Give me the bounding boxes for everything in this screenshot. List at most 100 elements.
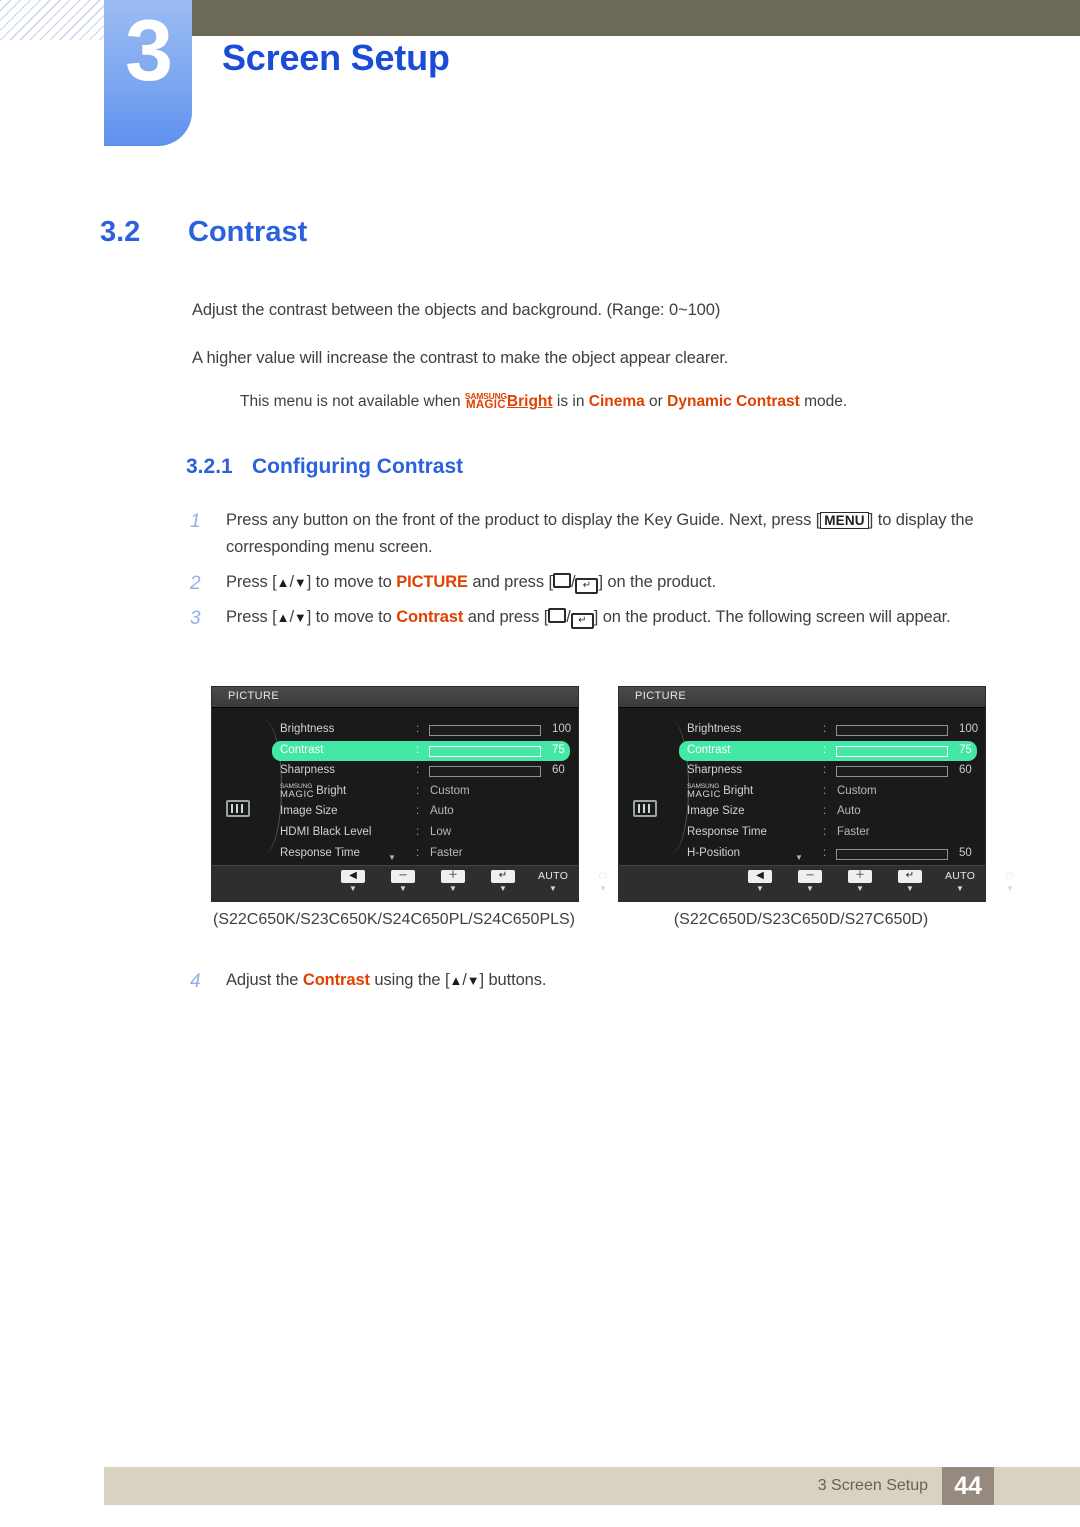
osd-item-label: Contrast: [280, 743, 324, 756]
enter-key-icon: ↵: [575, 578, 599, 594]
osd-key-button[interactable]: ↵ ▼: [895, 870, 925, 893]
osd-menu-item[interactable]: Contrast: 75: [272, 740, 570, 762]
note-suffix: mode.: [799, 393, 848, 410]
osd-key-tick-icon: ▼: [549, 884, 557, 893]
osd-value-slider[interactable]: [429, 745, 541, 757]
osd-value-text: Low: [430, 825, 452, 838]
samsung-magic-logo: SAMSUNG MAGIC: [465, 392, 507, 411]
osd-item-colon: :: [823, 743, 827, 756]
osd-value-number: 75: [959, 743, 972, 756]
osd-row-list: Brightness: 100 Contrast: 75 Sharpness: 60 SAM…: [272, 720, 571, 865]
osd-key-glyph: ＋: [848, 870, 872, 883]
samsung-magic-logo: SAMSUNG MAGIC: [687, 783, 721, 799]
picture-menu-icon: [226, 800, 250, 817]
osd-key-tick-icon: ▼: [806, 884, 814, 893]
step2-part-a: Press [: [226, 573, 277, 591]
osd-key-tick-icon: ▼: [956, 884, 964, 893]
osd-menu-item[interactable]: Image Size: Auto: [679, 802, 977, 823]
osd-key-button[interactable]: ◀ ▼: [745, 870, 775, 893]
osd-menu-item[interactable]: Response Time: Faster: [272, 844, 570, 865]
osd-item-colon: :: [416, 784, 420, 797]
osd-button-list: ◀ ▼ ─ ▼ ＋ ▼ ↵ ▼ AUTO ▼ ⏻ ▼: [745, 870, 1025, 893]
osd-value-slider[interactable]: [836, 725, 948, 736]
step4-target-contrast: Contrast: [302, 971, 370, 989]
osd-key-glyph: AUTO: [538, 870, 569, 882]
step2-target-picture: PICTURE: [396, 573, 468, 591]
osd-menu-item[interactable]: Brightness: 100: [679, 720, 978, 741]
osd-menu-item[interactable]: Image Size: Auto: [272, 802, 570, 823]
osd-value-text: Custom: [837, 784, 877, 797]
step-index: 3: [190, 608, 201, 629]
olive-header-bar: [192, 0, 1080, 36]
osd-key-button[interactable]: ─ ▼: [795, 870, 825, 893]
osd-key-button[interactable]: AUTO ▼: [538, 870, 568, 893]
osd-key-button[interactable]: ＋ ▼: [438, 870, 468, 893]
osd-key-glyph: ◀: [748, 870, 772, 883]
osd-titlebar: PICTURE: [619, 687, 985, 708]
osd-item-colon: :: [823, 846, 827, 859]
osd-key-button[interactable]: ⏻ ▼: [588, 870, 618, 893]
hatch-decoration: [0, 0, 104, 40]
osd-key-tick-icon: ▼: [449, 884, 457, 893]
osd-menu-item[interactable]: SAMSUNG MAGIC Bright: Custom: [272, 782, 570, 803]
osd-value-slider[interactable]: [836, 745, 948, 757]
osd-key-tick-icon: ▼: [856, 884, 864, 893]
osd-menu-item[interactable]: HDMI Black Level: Low: [272, 823, 570, 844]
osd-key-button[interactable]: AUTO ▼: [945, 870, 975, 893]
osd-scroll-down-icon[interactable]: ▼: [388, 853, 396, 862]
osd-menu-item[interactable]: Contrast: 75: [679, 740, 977, 762]
note-mid: is in: [552, 393, 589, 410]
osd-menu-item[interactable]: H-Position: 50: [679, 844, 977, 865]
osd-value-slider[interactable]: [429, 725, 541, 736]
subsection-heading: 3.2.1 Configuring Contrast: [186, 455, 463, 479]
osd-value-slider[interactable]: [429, 766, 541, 778]
osd-key-guide-bar: ◀ ▼ ─ ▼ ＋ ▼ ↵ ▼ AUTO ▼ ⏻ ▼: [619, 865, 1014, 901]
osd-key-glyph: ＋: [441, 870, 465, 883]
triangle-down-icon: ▼: [466, 973, 480, 988]
osd-item-label: Brightness: [687, 723, 742, 735]
osd-body: Brightness: 100 Contrast: 75 Sharpness: 60 SAM…: [212, 708, 578, 865]
osd-key-button[interactable]: ─ ▼: [388, 870, 418, 893]
osd-menu-item[interactable]: Sharpness: 60: [272, 761, 570, 782]
step2-part-c: and press [: [467, 573, 553, 591]
osd-item-label: Response Time: [280, 846, 360, 859]
osd-body: Brightness: 100 Contrast: 75 Sharpness: 60 SAM…: [619, 708, 985, 865]
osd-value-slider[interactable]: [836, 848, 948, 860]
osd-item-label: Brightness: [280, 723, 335, 735]
step4-part-b: using the [: [369, 971, 450, 989]
osd-value-slider[interactable]: [836, 766, 948, 778]
triangle-down-icon: ▼: [293, 575, 307, 590]
osd-screenshot-left: PICTURE Brightness: 100 Contrast: 75 Sharpne…: [211, 686, 607, 902]
magic-logo-bottom: MAGIC: [687, 788, 722, 800]
osd-key-button[interactable]: ＋ ▼: [845, 870, 875, 893]
osd-key-button[interactable]: ⏻ ▼: [995, 870, 1025, 893]
osd-menu-item[interactable]: Response Time: Faster: [679, 823, 977, 844]
step2-part-b: ] to move to: [306, 573, 397, 591]
square-key-icon: [552, 573, 571, 588]
osd-value-text: Auto: [430, 805, 454, 818]
section-number: 3.2: [100, 216, 141, 248]
osd-value-text: Faster: [837, 825, 870, 838]
osd-titlebar: PICTURE: [212, 687, 578, 708]
section-title: Contrast: [188, 216, 308, 248]
osd-menu-item[interactable]: Brightness: 100: [272, 720, 571, 741]
triangle-down-icon: ▼: [293, 610, 307, 625]
osd-magicbright-label: SAMSUNG MAGIC Bright: [687, 783, 753, 799]
osd-key-button[interactable]: ◀ ▼: [338, 870, 368, 893]
osd-key-tick-icon: ▼: [599, 884, 607, 893]
osd-scroll-down-icon[interactable]: ▼: [795, 853, 803, 862]
osd-magicbright-label: SAMSUNG MAGIC Bright: [280, 783, 346, 799]
magicbright-word: Bright: [723, 784, 754, 797]
chapter-number-badge: 3: [104, 0, 192, 146]
chapter-header: 3 Screen Setup: [0, 0, 1080, 160]
osd-value-number: 60: [552, 764, 565, 777]
step3-part-c: and press [: [463, 608, 549, 626]
osd-key-button[interactable]: ↵ ▼: [488, 870, 518, 893]
osd-item-label: HDMI Black Level: [280, 825, 372, 838]
magicbright-word: Bright: [316, 784, 347, 797]
step-text: Press [▲/▼] to move to Contrast and pres…: [226, 604, 1010, 631]
osd-menu-item[interactable]: Sharpness: 60: [679, 761, 977, 782]
step4-part-a: Adjust the: [226, 971, 303, 989]
osd-menu-item[interactable]: SAMSUNG MAGIC Bright: Custom: [679, 782, 977, 803]
step3-target-contrast: Contrast: [396, 608, 464, 626]
